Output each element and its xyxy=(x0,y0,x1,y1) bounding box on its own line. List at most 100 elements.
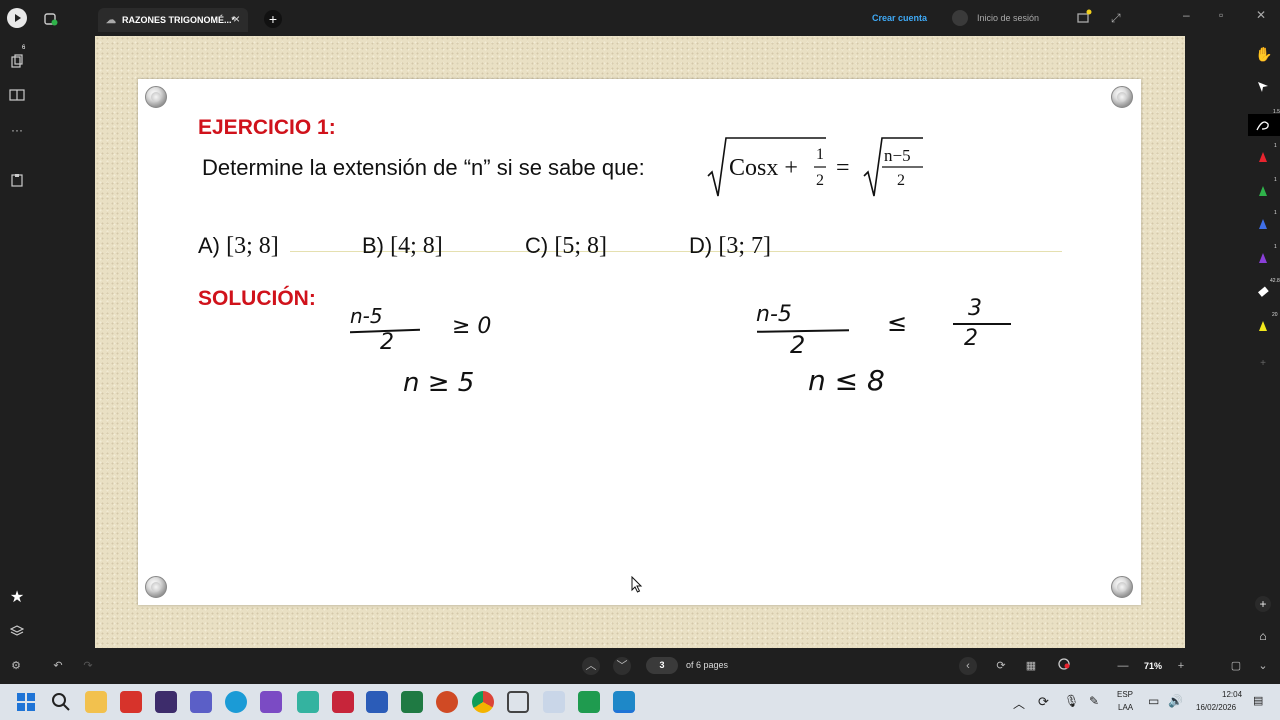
redo-icon[interactable]: ↷ xyxy=(79,657,97,675)
edge-icon[interactable] xyxy=(225,691,247,713)
home-icon[interactable] xyxy=(43,11,59,27)
zoom-in-button[interactable]: + xyxy=(1172,657,1190,675)
network-icon[interactable]: ▭ xyxy=(1148,694,1159,708)
pin-icon xyxy=(1111,86,1133,108)
handwritten-fraction-numerator: n-5 xyxy=(350,304,383,328)
fit-screen-icon[interactable]: ▢ xyxy=(1227,657,1245,675)
app-teal-icon[interactable] xyxy=(297,691,319,713)
sign-in-link[interactable]: Inicio de sesión xyxy=(977,13,1039,23)
zoom-in-icon[interactable]: + xyxy=(1255,596,1271,612)
handwritten-result: n ≥ 5 xyxy=(403,368,475,398)
snipping-tool-icon[interactable] xyxy=(543,691,565,713)
handwritten-rhs-line xyxy=(953,323,1011,325)
whiteboard-app-icon[interactable] xyxy=(613,691,635,713)
app-green-icon[interactable] xyxy=(578,691,600,713)
powerpoint-icon[interactable] xyxy=(436,691,458,713)
select-tool-icon[interactable] xyxy=(1255,80,1271,96)
teams-icon[interactable] xyxy=(190,691,212,713)
minimize-button[interactable]: – xyxy=(1183,8,1190,22)
lasso-tool-icon[interactable] xyxy=(1255,117,1271,133)
close-tab-icon[interactable]: × xyxy=(233,12,240,26)
expand-down-icon[interactable]: ⌄ xyxy=(1254,657,1272,675)
app-violet-icon[interactable] xyxy=(260,691,282,713)
app-red-icon[interactable] xyxy=(120,691,142,713)
word-icon[interactable] xyxy=(366,691,388,713)
lightbulb-icon[interactable] xyxy=(1076,9,1092,25)
settings-icon[interactable]: ⚙ xyxy=(7,657,25,675)
clipboard-icon[interactable] xyxy=(9,173,25,189)
language-top[interactable]: ESP xyxy=(1117,690,1133,699)
excel-icon[interactable] xyxy=(401,691,423,713)
previous-page-button[interactable]: ︿ xyxy=(582,657,600,675)
user-icon xyxy=(952,10,968,26)
zoom-out-button[interactable]: — xyxy=(1114,657,1132,675)
star-icon[interactable]: ★ xyxy=(9,590,25,606)
volume-icon[interactable]: 🔊 xyxy=(1168,694,1183,708)
maximize-button[interactable]: ▫ xyxy=(1219,8,1223,22)
pages-icon[interactable] xyxy=(9,54,25,70)
grid-view-icon[interactable]: ▦ xyxy=(1022,657,1040,675)
option-a[interactable]: A) [3; 8] xyxy=(198,233,279,260)
fraction2-numerator: n−5 xyxy=(884,146,911,165)
tool-size: 42.8 xyxy=(1270,278,1280,284)
more-icon[interactable]: ··· xyxy=(9,122,25,138)
sync-icon[interactable]: ⟳ xyxy=(1038,694,1049,710)
blue-pen-icon[interactable] xyxy=(1255,217,1271,233)
add-tool-icon[interactable]: + xyxy=(1255,356,1271,372)
chat-icon[interactable] xyxy=(507,691,529,713)
green-pen-icon[interactable] xyxy=(1255,184,1271,200)
mouse-cursor-icon xyxy=(631,576,643,593)
tray-chevron-icon[interactable]: ︿ xyxy=(1013,695,1025,712)
record-icon[interactable] xyxy=(1055,657,1073,675)
windows-start-icon[interactable] xyxy=(15,691,37,713)
pin-icon xyxy=(145,576,167,598)
current-page-indicator[interactable]: 3 xyxy=(646,657,678,674)
app-crimson-icon[interactable] xyxy=(332,691,354,713)
hand-tool-icon[interactable]: ✋ xyxy=(1255,46,1272,62)
tool-size: 1 xyxy=(1274,210,1277,216)
close-window-button[interactable]: ✕ xyxy=(1256,8,1266,22)
pin-icon xyxy=(1111,576,1133,598)
microphone-icon[interactable]: 🎙 xyxy=(1064,694,1079,708)
collapse-left-button[interactable]: ‹ xyxy=(959,657,977,675)
highlighter-icon[interactable] xyxy=(1255,319,1271,335)
problem-statement: Determine la extensión de “n” si se sabe… xyxy=(202,155,645,181)
option-d[interactable]: D) [3; 7] xyxy=(689,233,771,260)
app-logo-icon[interactable] xyxy=(7,8,27,28)
file-explorer-icon[interactable] xyxy=(85,691,107,713)
app-purple-icon[interactable] xyxy=(155,691,177,713)
present-icon[interactable]: ⌂ xyxy=(1255,628,1271,644)
handwritten-rhs-denominator: 2 xyxy=(964,326,978,351)
option-b[interactable]: B) [4; 8] xyxy=(362,233,443,260)
equation-equals: = xyxy=(836,155,850,181)
undo-icon[interactable]: ↶ xyxy=(49,657,67,675)
zoom-level: 71% xyxy=(1144,661,1163,671)
bottom-bar: ⚙ ↶ ↷ ︿ ﹀ 3 of 6 pages ‹ ⟳ ▦ — 71% + ▢ ⌄ xyxy=(0,648,1280,684)
sidebar-badge: 6 xyxy=(22,45,26,51)
red-pen-icon[interactable] xyxy=(1255,150,1271,166)
purple-pen-icon[interactable] xyxy=(1255,251,1271,267)
exercise-title: EJERCICIO 1: xyxy=(198,116,336,139)
fraction1-numerator: 1 xyxy=(816,146,824,163)
pen-icon[interactable]: ✎ xyxy=(1089,694,1099,708)
document-tab[interactable]: ☁ RAZONES TRIGONOMÉ...* × xyxy=(98,8,248,32)
next-page-button[interactable]: ﹀ xyxy=(613,657,631,675)
search-icon[interactable] xyxy=(50,691,72,713)
handwritten-fraction-denominator: 2 xyxy=(790,331,806,359)
language-bottom[interactable]: LAA xyxy=(1118,703,1133,712)
option-c[interactable]: C) [5; 8] xyxy=(525,233,607,260)
equation-left-term: Cosx + xyxy=(729,155,798,181)
clock-date[interactable]: 16/02/2026 xyxy=(1196,703,1236,712)
chrome-icon[interactable] xyxy=(472,691,494,713)
refresh-icon[interactable]: ⟳ xyxy=(992,657,1010,675)
handwritten-result: n ≤ 8 xyxy=(808,364,885,397)
clock-time[interactable]: 12:04 xyxy=(1222,690,1242,699)
tab-title: RAZONES TRIGONOMÉ...* xyxy=(122,15,236,25)
notification-icon[interactable]: ▤ xyxy=(1253,694,1263,707)
book-icon[interactable] xyxy=(9,88,25,104)
layers-icon[interactable] xyxy=(9,624,25,640)
eraser-icon[interactable] xyxy=(1255,285,1271,301)
create-account-link[interactable]: Crear cuenta xyxy=(872,13,927,23)
share-icon[interactable]: ⤢ xyxy=(1111,11,1121,26)
new-tab-button[interactable]: + xyxy=(264,10,282,28)
